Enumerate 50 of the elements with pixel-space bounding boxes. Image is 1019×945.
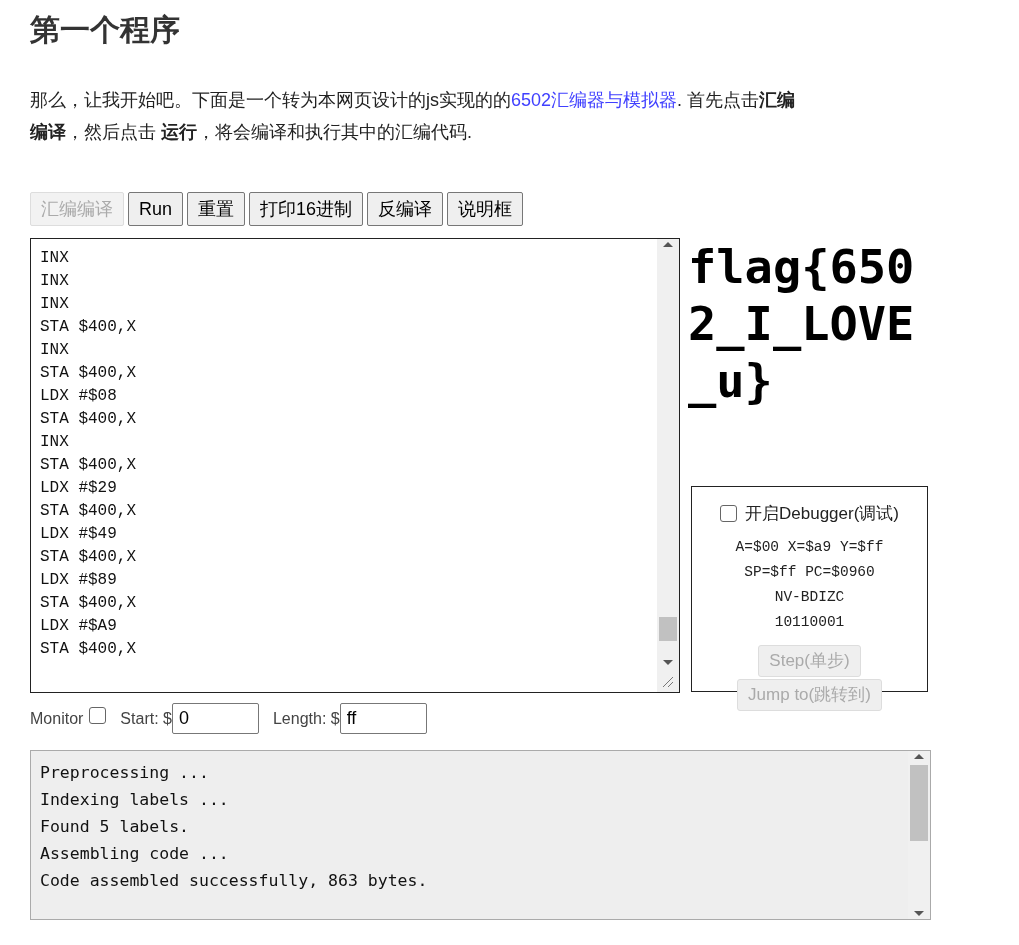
screen-text: flag{650	[688, 238, 915, 295]
code-line: LDX #$08	[40, 386, 117, 407]
code-line: INX	[40, 340, 69, 361]
code-line: LDX #$A9	[40, 616, 117, 637]
toolbar-button[interactable]: 重置	[187, 192, 246, 226]
log-line: Indexing labels ...	[40, 789, 229, 811]
log-line: Found 5 labels.	[40, 816, 189, 838]
register-line: NV-BDIZC	[774, 587, 845, 607]
code-line: STA $400,X	[40, 317, 136, 338]
code-line: INX	[40, 294, 69, 315]
log-line: Code assembled successfully, 863 bytes.	[40, 870, 428, 892]
log-line: Preprocessing ...	[40, 762, 209, 784]
scrollbar-thumb[interactable]	[659, 617, 677, 641]
register-line: 10110001	[774, 612, 845, 632]
toolbar-button[interactable]: Run	[128, 192, 184, 226]
page-heading: 第一个程序	[30, 12, 181, 48]
code-line: STA $400,X	[40, 363, 136, 384]
screen-text: _u}	[688, 352, 773, 409]
code-line: STA $400,X	[40, 501, 136, 522]
length-field[interactable]: ff	[339, 703, 427, 734]
debugger-checkbox[interactable]	[720, 505, 737, 523]
code-line: INX	[40, 248, 69, 269]
code-line: LDX #$89	[40, 570, 117, 591]
start-field[interactable]: 0	[171, 703, 259, 734]
code-line: LDX #$49	[40, 524, 117, 545]
toolbar-button[interactable]: 反编译	[367, 192, 444, 226]
code-editor[interactable]: INX INX INX STA $400,X INX STA $400,X LDX #$08 STA $400,X INX STA $400,X LDX #$29 STA $400,X LDX #$49 STA $400,X LDX #$89 STA $400,X LDX #$A9 STA $400,X	[30, 238, 680, 693]
emulator-link[interactable]: 6502汇编器与模拟器	[511, 90, 678, 110]
code-line: STA $400,X	[40, 455, 136, 476]
register-line: SP=$ff PC=$0960	[744, 562, 875, 582]
scrollbar-thumb[interactable]	[910, 765, 928, 841]
length-label: Length: $	[272, 708, 340, 729]
code-line: LDX #$29	[40, 478, 117, 499]
code-line: STA $400,X	[40, 639, 136, 660]
screen-text: 2_I_LOVE	[688, 295, 915, 352]
code-line: STA $400,X	[40, 409, 136, 430]
toolbar-button[interactable]: 打印16进制	[249, 192, 364, 226]
toolbar-button[interactable]: 说明框	[447, 192, 524, 226]
start-label: Start: $	[120, 708, 172, 729]
register-line: A=$00 X=$a9 Y=$ff	[735, 537, 884, 557]
debugger-label: 开启Debugger(调试)	[745, 503, 899, 525]
monitor-checkbox[interactable]	[89, 707, 107, 724]
log-line: Assembling code ...	[40, 843, 229, 865]
code-line: STA $400,X	[40, 547, 136, 568]
resize-grip-icon[interactable]	[660, 674, 676, 690]
code-line: STA $400,X	[40, 593, 136, 614]
monitor-label: Monitor	[30, 708, 84, 729]
code-line: INX	[40, 271, 69, 292]
code-line: INX	[40, 432, 69, 453]
intro-paragraph: 那么，让我开始吧。下面是一个转为本网页设计的js实现的的6502汇编器与模拟器. 首先点击汇编编译，然后点击 运行，将会编译和执行其中的汇编代码.	[30, 89, 797, 144]
